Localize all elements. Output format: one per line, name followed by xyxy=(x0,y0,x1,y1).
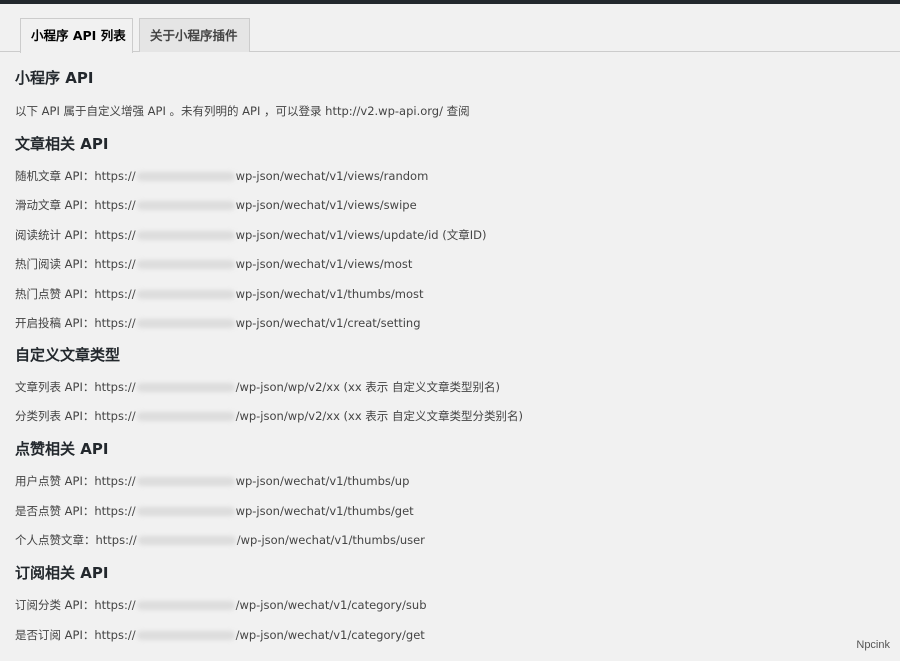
redacted-domain xyxy=(136,231,235,240)
api-label: 阅读统计 API：https:// xyxy=(15,228,136,242)
api-row: 用户点赞 API：https:// wp-json/wechat/v1/thumb… xyxy=(15,473,409,489)
api-row: 订阅分类 API：https:// /wp-json/wechat/v1/cate… xyxy=(15,597,427,613)
api-path: wp-json/wechat/v1/views/update/id (文章ID) xyxy=(235,228,487,242)
api-label: 用户点赞 API：https:// xyxy=(15,474,136,488)
tab-api-list[interactable]: 小程序 API 列表 xyxy=(20,18,133,53)
api-row: 分类列表 API：https:// /wp-json/wp/v2/xx (xx 表… xyxy=(15,408,523,424)
api-row: 热门点赞 API：https:// wp-json/wechat/v1/thumb… xyxy=(15,286,424,302)
watermark: Npcink xyxy=(856,639,890,651)
redacted-domain xyxy=(136,412,235,421)
api-label: 个人点赞文章：https:// xyxy=(15,533,137,547)
api-path: /wp-json/wp/v2/xx (xx 表示 自定义文章类型别名) xyxy=(235,380,500,394)
api-label: 随机文章 API：https:// xyxy=(15,169,136,183)
api-path: /wp-json/wechat/v1/thumbs/user xyxy=(236,533,425,547)
api-row: 滑动文章 API：https:// wp-json/wechat/v1/views… xyxy=(15,197,417,213)
redacted-domain xyxy=(136,383,235,392)
api-label: 文章列表 API：https:// xyxy=(15,380,136,394)
api-row: 开启投稿 API：https:// wp-json/wechat/v1/creat… xyxy=(15,315,421,331)
api-row: 是否点赞 API：https:// wp-json/wechat/v1/thumb… xyxy=(15,503,414,519)
api-label: 开启投稿 API：https:// xyxy=(15,316,136,330)
api-path: /wp-json/wechat/v1/category/get xyxy=(235,628,425,642)
section-title-custom-post-type: 自定义文章类型 xyxy=(15,346,121,364)
redacted-domain xyxy=(136,507,235,516)
redacted-domain xyxy=(137,536,236,545)
admin-top-bar xyxy=(0,0,900,4)
api-path: wp-json/wechat/v1/creat/setting xyxy=(235,316,421,330)
api-label: 是否订阅 API：https:// xyxy=(15,628,136,642)
redacted-domain xyxy=(136,172,235,181)
section-title-thumbs: 点赞相关 API xyxy=(15,440,109,458)
section-title-subscribe: 订阅相关 API xyxy=(15,564,109,582)
page-title: 小程序 API xyxy=(15,69,94,87)
api-path: wp-json/wechat/v1/thumbs/most xyxy=(235,287,424,301)
api-row: 文章列表 API：https:// /wp-json/wp/v2/xx (xx 表… xyxy=(15,379,500,395)
redacted-domain xyxy=(136,260,235,269)
api-label: 是否点赞 API：https:// xyxy=(15,504,136,518)
api-label: 热门阅读 API：https:// xyxy=(15,257,136,271)
api-row: 个人点赞文章：https:// /wp-json/wechat/v1/thumbs… xyxy=(15,532,425,548)
intro-text: 以下 API 属于自定义增强 API 。未有列明的 API ，可以登录 http… xyxy=(15,104,470,118)
tab-bar: 小程序 API 列表 关于小程序插件 xyxy=(0,18,900,53)
api-row: 阅读统计 API：https:// wp-json/wechat/v1/views… xyxy=(15,227,486,243)
api-path: wp-json/wechat/v1/views/most xyxy=(235,257,413,271)
redacted-domain xyxy=(136,601,235,610)
api-path: wp-json/wechat/v1/views/random xyxy=(235,169,429,183)
section-title-article: 文章相关 API xyxy=(15,135,109,153)
tab-about-plugin[interactable]: 关于小程序插件 xyxy=(139,18,250,52)
api-label: 分类列表 API：https:// xyxy=(15,409,136,423)
api-path: /wp-json/wp/v2/xx (xx 表示 自定义文章类型分类别名) xyxy=(235,409,523,423)
api-row: 热门阅读 API：https:// wp-json/wechat/v1/views… xyxy=(15,256,412,272)
api-path: wp-json/wechat/v1/thumbs/up xyxy=(235,474,410,488)
api-row: 是否订阅 API：https:// /wp-json/wechat/v1/cate… xyxy=(15,627,425,643)
api-row: 随机文章 API：https:// wp-json/wechat/v1/views… xyxy=(15,168,428,184)
api-label: 滑动文章 API：https:// xyxy=(15,198,136,212)
api-label: 热门点赞 API：https:// xyxy=(15,287,136,301)
redacted-domain xyxy=(136,477,235,486)
api-path: wp-json/wechat/v1/thumbs/get xyxy=(235,504,414,518)
redacted-domain xyxy=(136,290,235,299)
redacted-domain xyxy=(136,201,235,210)
api-path: /wp-json/wechat/v1/category/sub xyxy=(235,598,427,612)
redacted-domain xyxy=(136,319,235,328)
api-path: wp-json/wechat/v1/views/swipe xyxy=(235,198,417,212)
api-label: 订阅分类 API：https:// xyxy=(15,598,136,612)
redacted-domain xyxy=(136,631,235,640)
